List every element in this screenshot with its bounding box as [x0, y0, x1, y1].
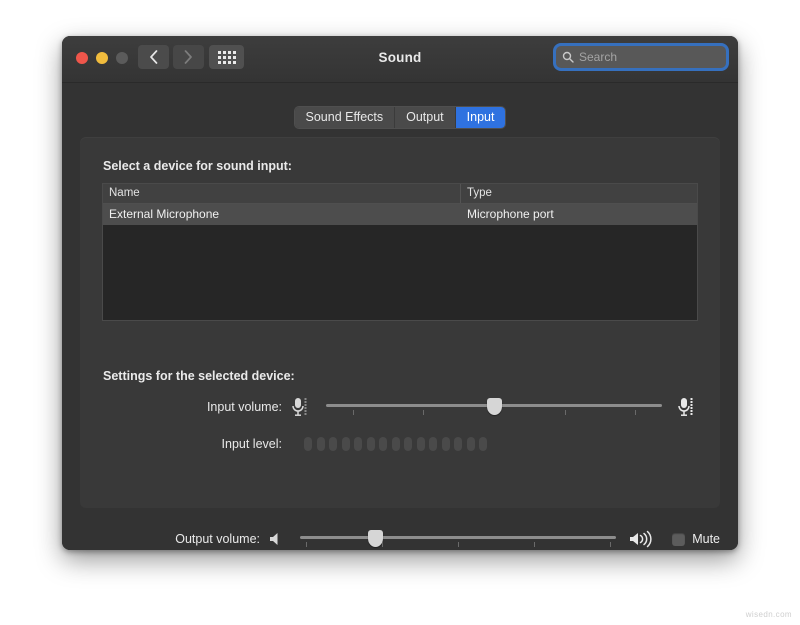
- device-name-cell: External Microphone: [103, 204, 461, 225]
- slider-thumb[interactable]: [487, 398, 502, 415]
- device-type-cell: Microphone port: [461, 204, 697, 225]
- slider-track: [300, 536, 616, 539]
- output-volume-label: Output volume:: [80, 532, 260, 546]
- input-volume-slider[interactable]: [326, 397, 662, 417]
- speaker-loud-icon: [628, 530, 658, 548]
- input-level-meter: [304, 437, 487, 451]
- device-section-label: Select a device for sound input:: [103, 159, 292, 173]
- window-body: Sound Effects Output Input Select a devi…: [62, 83, 738, 550]
- window-titlebar: Sound Search: [62, 36, 738, 83]
- input-volume-row: Input volume:: [102, 396, 698, 418]
- search-icon: [562, 51, 574, 63]
- speaker-mute-icon: [268, 531, 286, 547]
- tab-output[interactable]: Output: [395, 107, 456, 128]
- input-settings-panel: Select a device for sound input: Name Ty…: [80, 137, 720, 508]
- segmented-control: Sound Effects Output Input: [295, 107, 506, 128]
- search-input[interactable]: Search: [556, 46, 726, 68]
- sound-preferences-window: Sound Search Sound Effects Output Input: [62, 36, 738, 550]
- output-volume-row: Output volume:: [80, 529, 720, 549]
- slider-ticks: [300, 542, 616, 548]
- screenshot-root: Sound Search Sound Effects Output Input: [0, 0, 800, 625]
- mute-checkbox[interactable]: [672, 533, 685, 546]
- output-volume-slider[interactable]: [300, 529, 616, 549]
- column-header-type[interactable]: Type: [461, 184, 697, 203]
- tab-bar: Sound Effects Output Input: [62, 107, 738, 128]
- input-volume-label: Input volume:: [102, 400, 282, 414]
- mute-label: Mute: [692, 532, 720, 546]
- settings-section-label: Settings for the selected device:: [103, 369, 295, 383]
- tab-sound-effects[interactable]: Sound Effects: [295, 107, 396, 128]
- input-level-row: Input level:: [102, 437, 698, 451]
- microphone-low-icon: [290, 396, 312, 418]
- input-level-label: Input level:: [102, 437, 282, 451]
- tab-input[interactable]: Input: [456, 107, 506, 128]
- watermark: wisedn.com: [746, 610, 792, 619]
- table-header-row: Name Type: [103, 184, 697, 204]
- input-device-table[interactable]: Name Type External Microphone Microphone…: [102, 183, 698, 321]
- search-container: Search: [556, 46, 726, 68]
- microphone-high-icon: [676, 396, 698, 418]
- table-row[interactable]: External Microphone Microphone port: [103, 204, 697, 225]
- search-placeholder: Search: [579, 50, 617, 64]
- column-header-name[interactable]: Name: [103, 184, 461, 203]
